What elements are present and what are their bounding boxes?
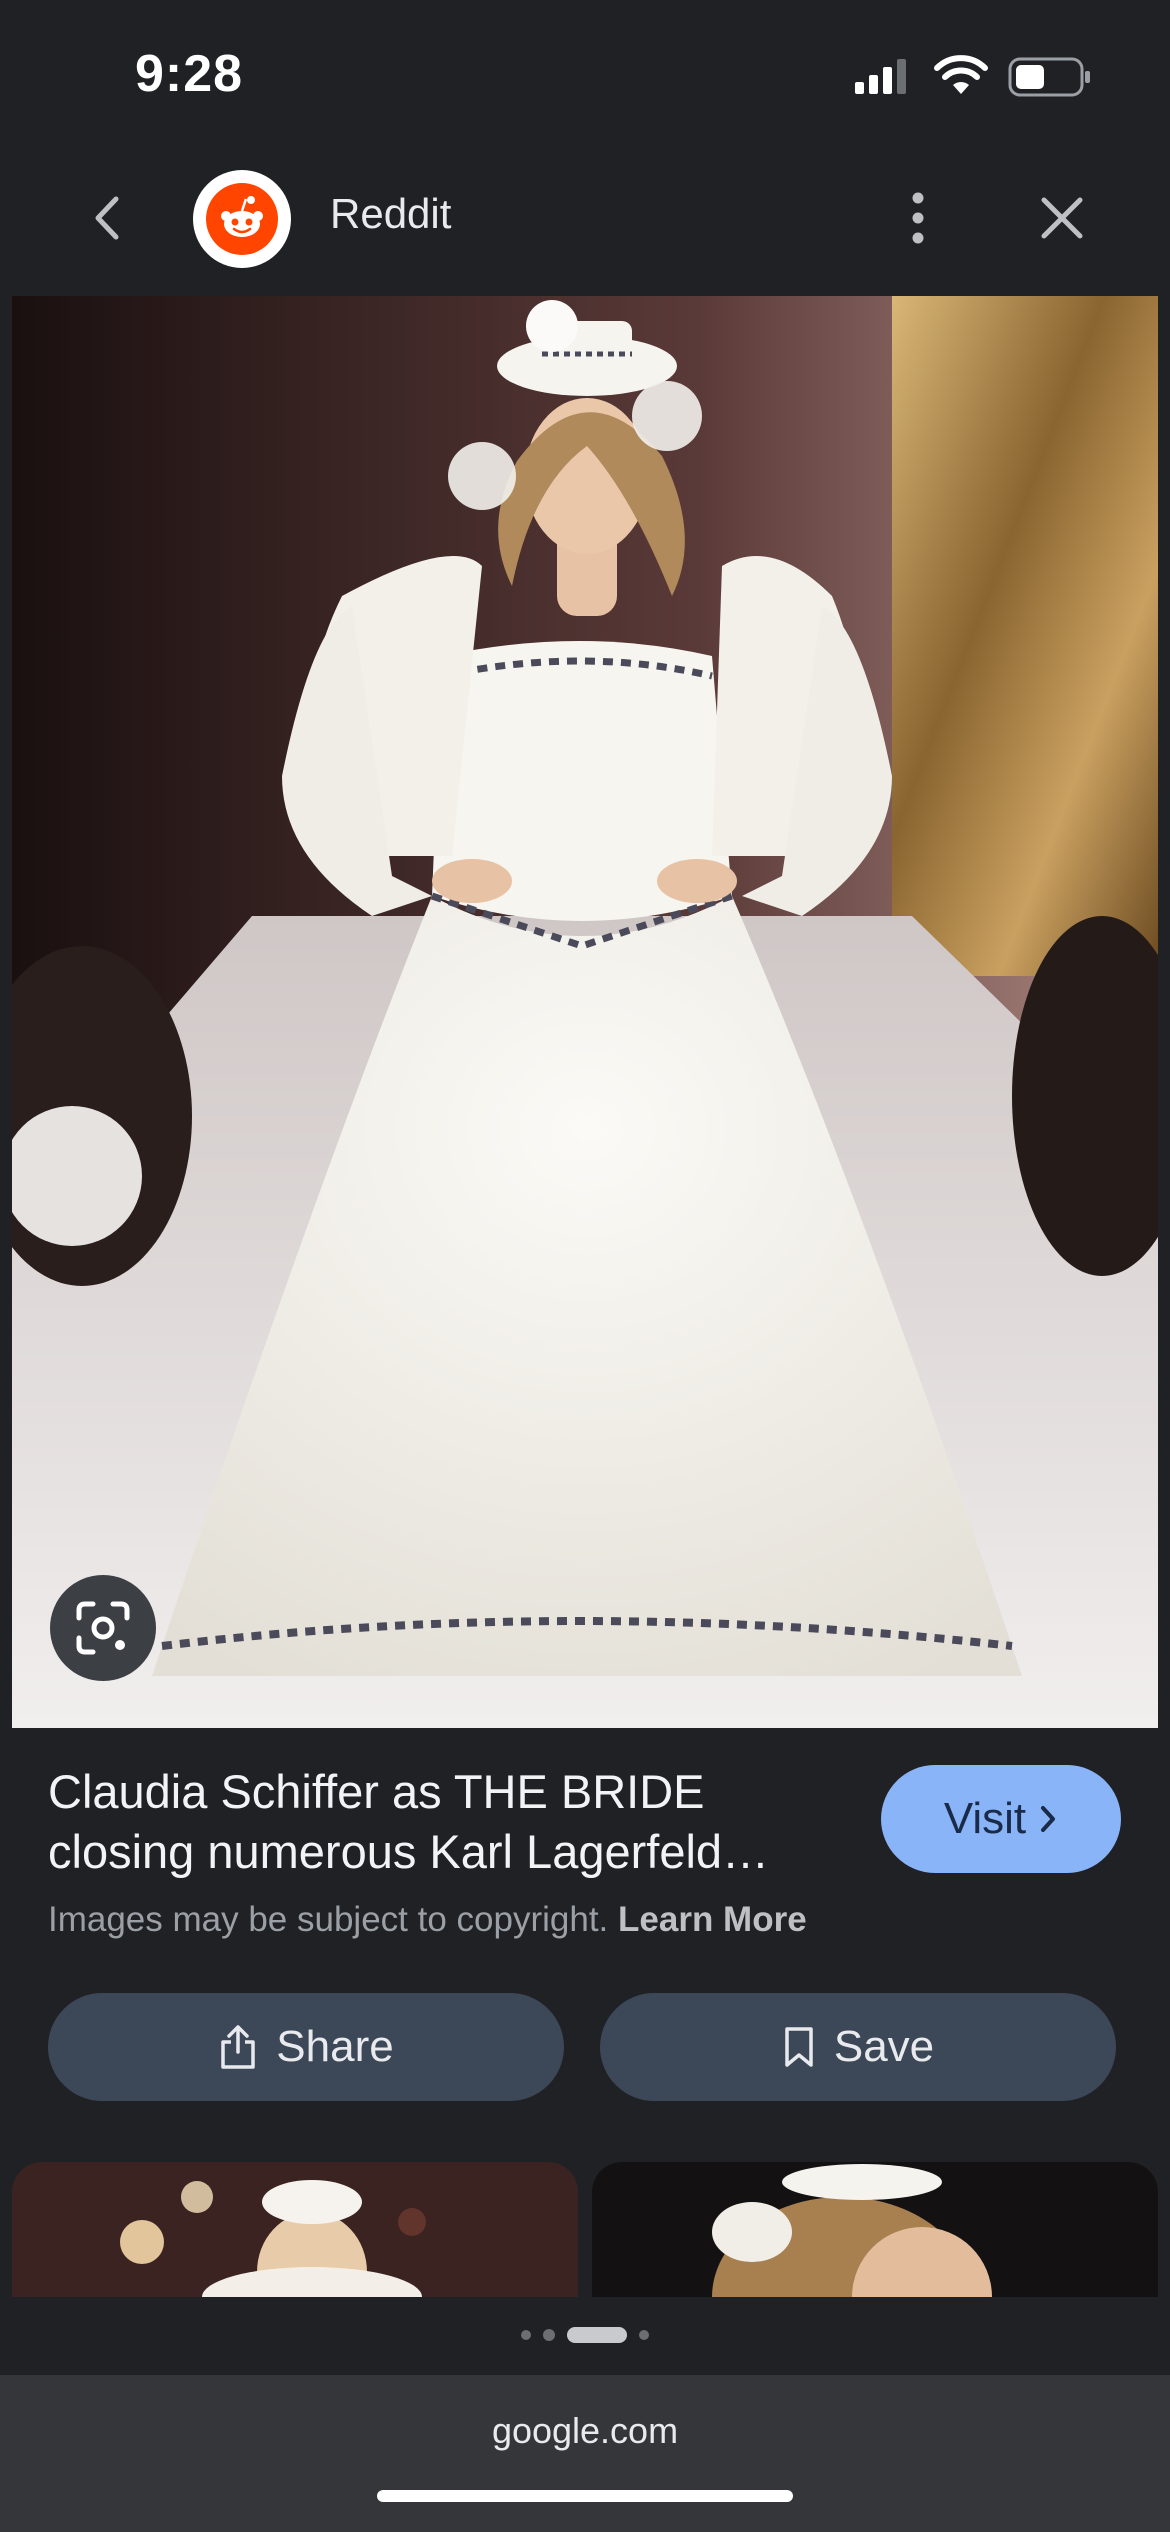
image-title-line-1: Claudia Schiffer as THE BRIDE [48,1765,705,1818]
status-time: 9:28 [135,45,244,103]
back-button[interactable] [70,180,146,256]
save-button-label: Save [833,2022,935,2071]
visit-button[interactable]: Visit [881,1765,1121,1873]
wifi-icon [933,54,989,98]
lens-search-button[interactable] [50,1575,156,1681]
chevron-right-icon [1041,1806,1056,1832]
google-lens-icon [76,1601,130,1655]
close-icon [1041,197,1083,239]
close-button[interactable] [1024,180,1100,256]
save-button[interactable]: Save [600,1993,1116,2101]
copyright-notice: Images may be subject to copyright. Lear… [48,1900,807,1940]
cellular-signal-icon [853,56,913,96]
visit-button-label: Visit [943,1794,1027,1843]
reddit-logo-icon [206,183,278,255]
site-name[interactable]: Reddit [330,190,451,238]
share-button-label: Share [276,2022,394,2071]
more-vertical-icon [912,192,924,244]
copyright-text: Images may be subject to copyright. [48,1900,609,1939]
page-dot [543,2329,555,2341]
page-dot [639,2330,649,2340]
chevron-left-icon [95,196,119,240]
image-title-line-2: closing numerous Karl Lagerfeld… [48,1825,770,1878]
site-avatar[interactable] [193,170,291,268]
related-image-thumbnail[interactable] [592,2162,1158,2297]
url-text[interactable]: google.com [0,2410,1170,2452]
url-bar[interactable] [0,2375,1170,2532]
home-indicator[interactable] [377,2490,793,2502]
related-image-thumbnail[interactable] [12,2162,578,2297]
main-image[interactable] [12,296,1158,1728]
more-options-button[interactable] [880,180,956,256]
header-bar [0,150,1170,296]
learn-more-link[interactable]: Learn More [618,1900,807,1939]
image-title[interactable]: Claudia Schiffer as THE BRIDE closing nu… [48,1762,848,1882]
share-button[interactable]: Share [48,1993,564,2101]
carousel-page-indicator [0,2320,1170,2350]
page-dot-active [567,2327,627,2343]
battery-icon [1008,56,1092,98]
share-icon [221,2025,256,2069]
bookmark-icon [785,2027,813,2067]
page-dot [521,2330,531,2340]
